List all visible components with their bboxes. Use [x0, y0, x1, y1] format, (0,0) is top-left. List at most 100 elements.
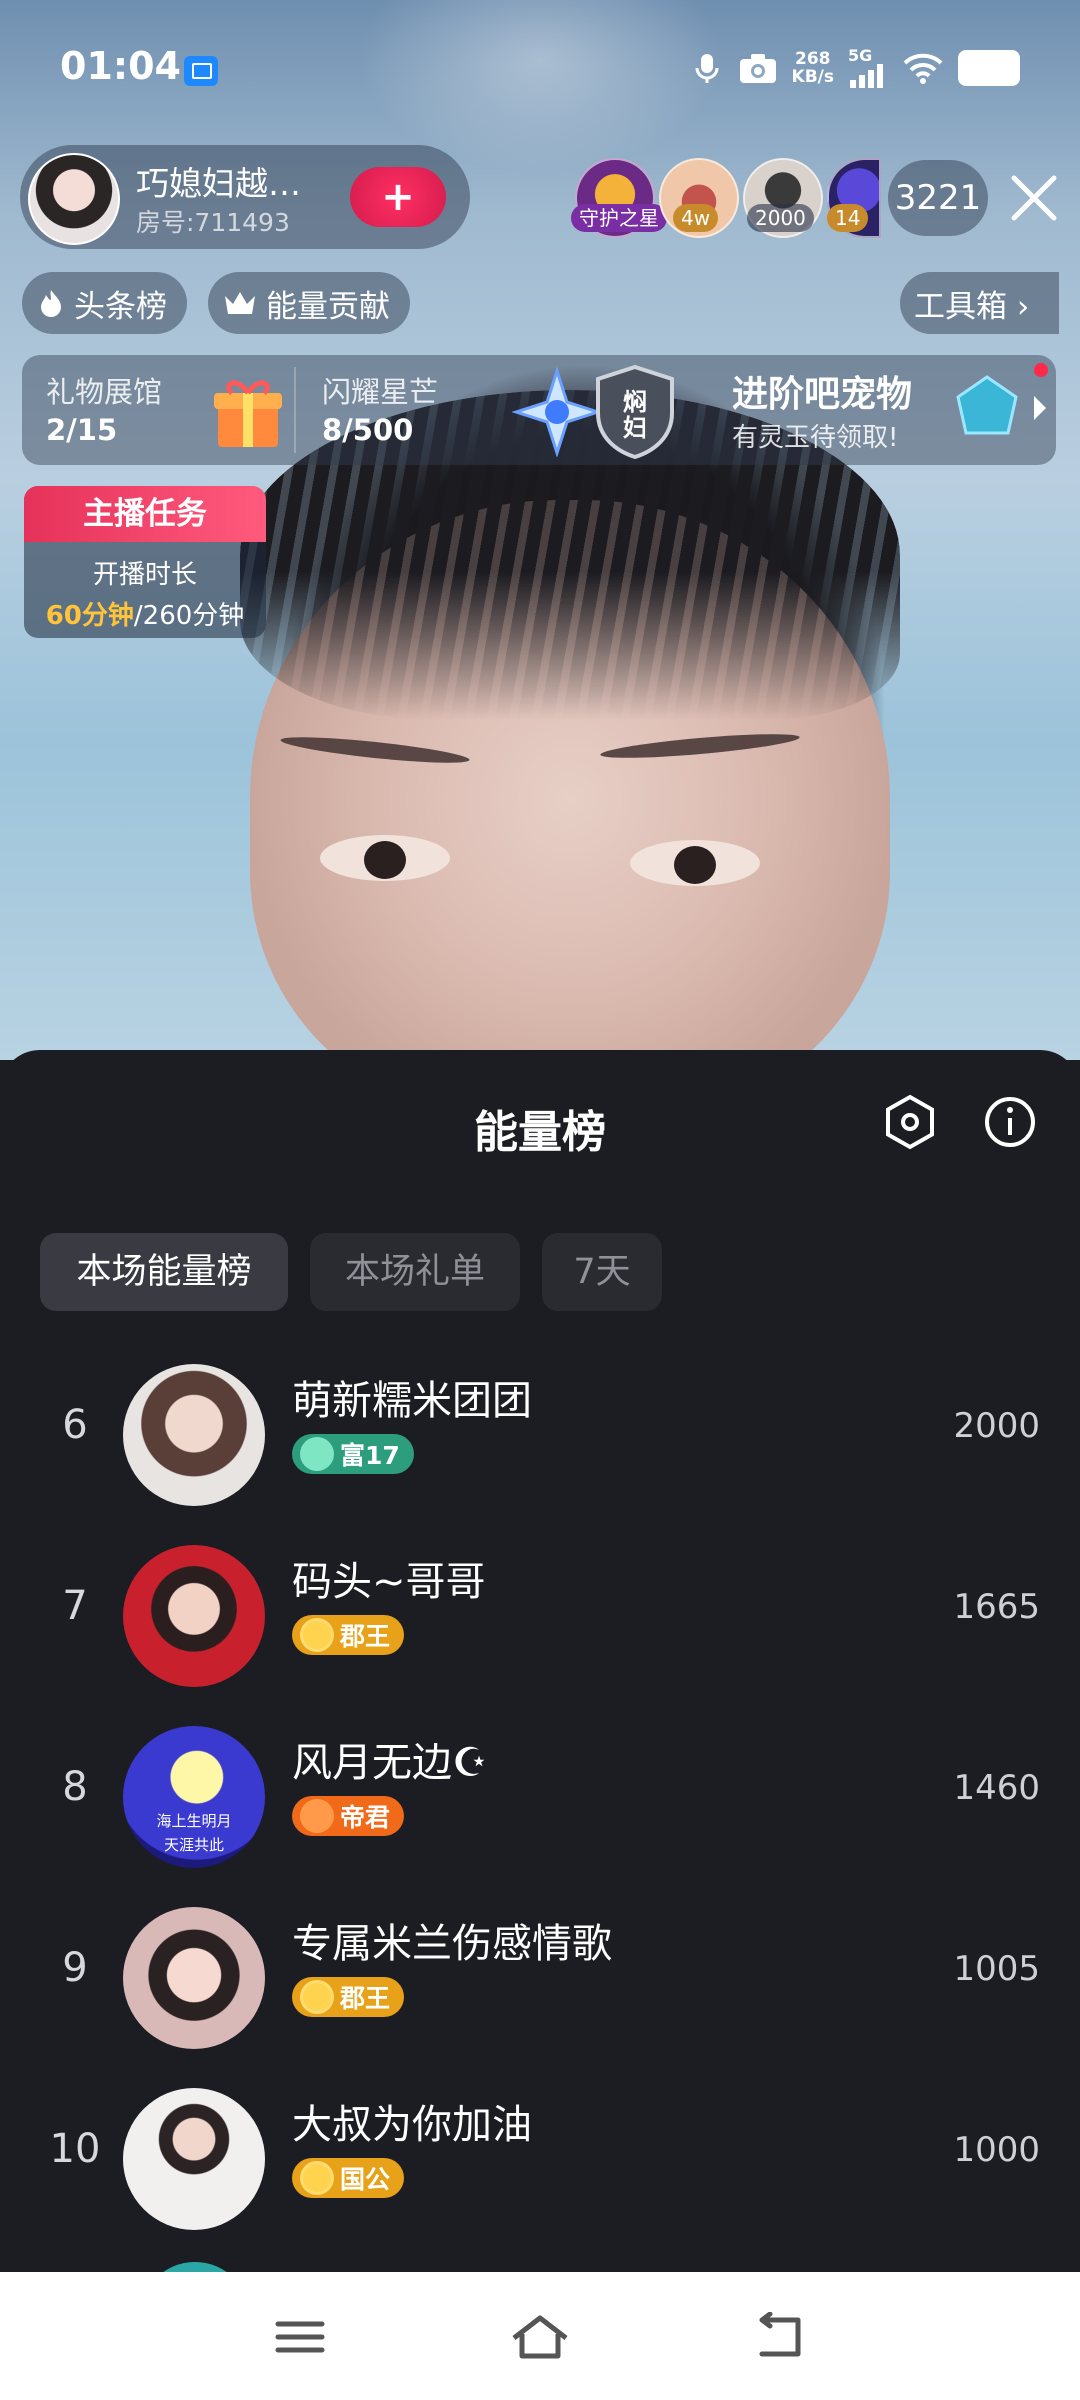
notification-dot — [1034, 363, 1048, 377]
crown-icon — [225, 292, 255, 314]
net-speed-value: 268 — [795, 49, 831, 69]
battery-icon — [958, 50, 1020, 86]
noble-icon — [300, 1799, 334, 1833]
energy-contribution-label: 能量贡献 — [266, 288, 390, 325]
mic-icon — [695, 54, 719, 83]
tab-session-gifts[interactable]: 本场礼单 — [310, 1233, 520, 1311]
energy-contribution-chip[interactable]: 能量贡献 — [208, 272, 410, 334]
level-icon — [300, 1437, 334, 1471]
net-speed: 268 KB/s — [792, 50, 834, 86]
avatar-caption-top: 海上生明月 — [156, 1812, 232, 1830]
rank-row[interactable]: 7 码头~哥哥 郡王 1665 — [0, 1535, 1080, 1695]
avatar-caption-bottom: 天涯共此 — [163, 1836, 224, 1854]
tab-7-days[interactable]: 7天 — [542, 1233, 662, 1311]
noble-badge: 国公 — [292, 2158, 405, 2198]
close-icon[interactable] — [1006, 170, 1062, 226]
flame-icon — [41, 290, 61, 317]
gift-hall-progress: 2/15 — [46, 413, 118, 447]
host-room-number: 房号:711493 — [136, 208, 290, 237]
host-task-title: 主播任务 — [24, 486, 266, 542]
rank-row[interactable]: 8 海上生明月 天涯共此 风月无边☪ 帝君 1460 — [0, 1716, 1080, 1876]
rank-row[interactable]: 10 大叔为你加油 国公 1000 — [0, 2078, 1080, 2238]
viewer-tag: 4w — [673, 204, 719, 232]
user-avatar[interactable] — [123, 1545, 265, 1687]
viewer-tag: 14 — [827, 204, 869, 232]
activity-strip: 礼物展馆 2/15 闪耀星芒 8/500 焖妇 进阶吧宠物 有灵玉待领取! — [22, 355, 1056, 465]
host-name: 巧媳妇越… — [136, 164, 301, 203]
network-type: 5G — [848, 46, 873, 65]
energy-score: 1000 — [953, 2130, 1040, 2170]
headline-rank-chip[interactable]: 头条榜 — [22, 272, 187, 334]
hexagon-settings-icon[interactable] — [880, 1092, 940, 1152]
user-name: 萌新糯米团团 — [292, 1378, 532, 1424]
star-title: 闪耀星芒 — [322, 375, 439, 409]
user-name: 大叔为你加油 — [292, 2102, 532, 2148]
badge-label: 郡王 — [340, 1984, 391, 2013]
user-avatar[interactable] — [123, 2088, 265, 2230]
status-time: 01:04 — [60, 44, 181, 88]
energy-score: 1460 — [953, 1768, 1040, 1808]
viewer-tag: 守护之星 — [571, 204, 667, 232]
badge-label: 帝君 — [340, 1803, 391, 1832]
noble-icon — [300, 1618, 334, 1652]
user-avatar[interactable] — [123, 1907, 265, 2049]
noble-badge: 郡王 — [292, 1977, 405, 2017]
rank-number: 8 — [62, 1764, 88, 1810]
rank-row[interactable]: 9 专属米兰伤感情歌 郡王 1005 — [0, 1897, 1080, 2057]
pet-promo-banner[interactable]: 进阶吧宠物 有灵玉待领取! — [712, 355, 1056, 465]
video-eye-left — [320, 835, 450, 881]
headline-rank-label: 头条榜 — [74, 288, 167, 325]
user-name: 码头~哥哥 — [292, 1559, 486, 1605]
net-speed-unit: KB/s — [791, 67, 834, 87]
cast-icon — [184, 56, 218, 86]
system-nav-bar — [0, 2272, 1080, 2400]
viewer-count[interactable]: 3221 — [888, 160, 988, 236]
badge-label: 郡王 — [340, 1622, 391, 1651]
noble-badge: 郡王 — [292, 1615, 405, 1655]
follow-button[interactable]: + — [350, 167, 446, 227]
energy-score: 1005 — [953, 1949, 1040, 1989]
user-avatar[interactable] — [123, 1364, 265, 1506]
star-gem-icon — [512, 367, 602, 457]
energy-score: 1665 — [953, 1587, 1040, 1627]
menu-icon[interactable] — [268, 2312, 332, 2362]
noble-badge: 帝君 — [292, 1796, 405, 1836]
badge-label: 国公 — [340, 2165, 391, 2194]
user-name: 专属米兰伤感情歌 — [292, 1921, 612, 1967]
noble-icon — [300, 1980, 334, 2014]
host-avatar[interactable] — [28, 153, 120, 245]
toolbox-button[interactable]: 工具箱 › — [900, 272, 1060, 334]
camera-icon — [739, 54, 776, 83]
host-task-done: 60分钟 — [45, 601, 134, 631]
viewer-tag: 2000 — [747, 204, 814, 232]
gift-hall-title: 礼物展馆 — [46, 375, 163, 409]
rank-number: 6 — [62, 1402, 88, 1448]
toolbox-label: 工具箱 › — [914, 288, 1030, 325]
info-icon[interactable] — [980, 1092, 1040, 1152]
pet-gem-icon — [956, 375, 1018, 435]
star-progress: 8/500 — [322, 413, 414, 447]
user-name: 风月无边☪ — [292, 1740, 488, 1786]
host-card[interactable]: 巧媳妇越… 房号:711493 + — [20, 145, 470, 249]
chevron-right-icon — [1034, 396, 1046, 420]
activity-divider — [294, 367, 296, 453]
status-icons: 268 KB/s 5G — [690, 48, 1020, 88]
signal-icon — [850, 64, 883, 88]
energy-score: 2000 — [953, 1406, 1040, 1446]
rank-row[interactable]: 6 萌新糯米团团 富17 2000 — [0, 1354, 1080, 1514]
home-icon[interactable] — [508, 2312, 572, 2362]
shield-text: 焖妇 — [623, 388, 647, 442]
pet-promo-title: 进阶吧宠物 — [732, 374, 913, 415]
rich-level-badge: 富17 — [292, 1434, 414, 1474]
host-task-total: /260分钟 — [133, 601, 245, 631]
badge-label: 富17 — [340, 1441, 400, 1470]
noble-icon — [300, 2161, 334, 2195]
rank-number: 9 — [62, 1945, 88, 1991]
back-icon[interactable] — [748, 2312, 812, 2362]
user-avatar[interactable]: 海上生明月 天涯共此 — [123, 1726, 265, 1868]
tab-session-energy[interactable]: 本场能量榜 — [40, 1233, 288, 1311]
signal-group: 5G — [848, 48, 888, 88]
energy-board-sheet: 能量榜 本场能量榜 本场礼单 7天 6 萌新糯米团团 富17 2000 7 码头… — [0, 1050, 1080, 2272]
host-task-label: 开播时长 — [92, 560, 197, 590]
host-task-card[interactable]: 主播任务 开播时长 60分钟/260分钟 — [24, 486, 266, 638]
